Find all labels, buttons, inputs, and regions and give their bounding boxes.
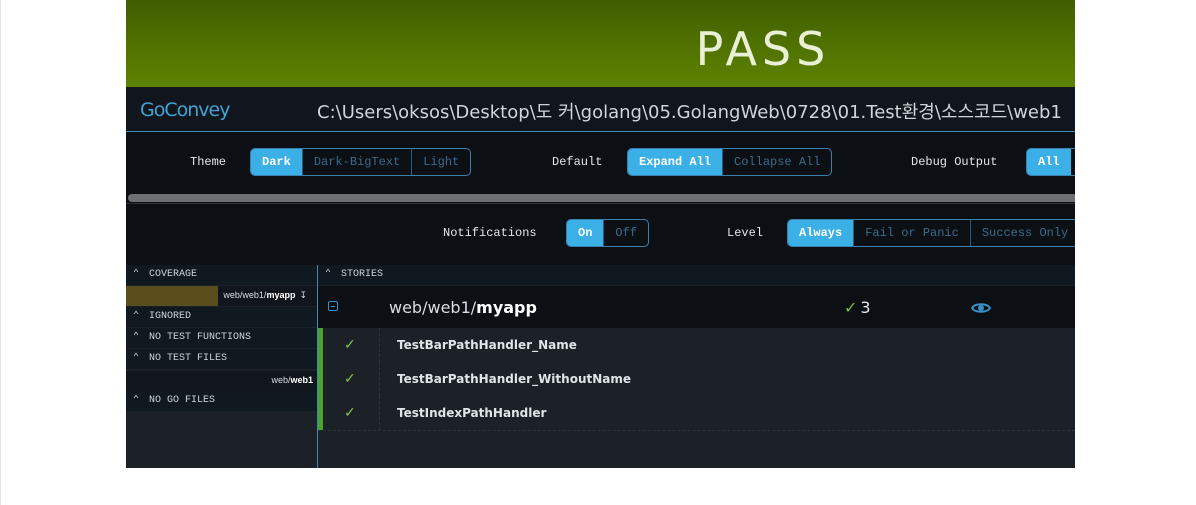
ignored-header[interactable]: ⌃ IGNORED: [126, 307, 317, 327]
default-toggle: Expand All Collapse All: [627, 148, 833, 176]
notifications-option-off[interactable]: Off: [603, 220, 648, 246]
no-test-files-prefix: web/: [271, 375, 291, 385]
no-test-files-name: web1: [290, 375, 313, 385]
package-row: web/web1/myapp ✓ 3: [318, 286, 1075, 328]
eye-icon[interactable]: [971, 302, 991, 314]
notifications-option-on[interactable]: On: [567, 220, 604, 246]
test-name: TestBarPathHandler_Name: [397, 338, 577, 352]
stories-panel: ⌃ STORIES web/web1/myapp ✓ 3 ✓ TestBarPat…: [318, 265, 1075, 468]
package-name: web/web1/myapp: [389, 298, 537, 317]
chevron-up-icon: ⌃: [132, 395, 140, 406]
test-row[interactable]: ✓ TestBarPathHandler_Name: [318, 328, 1075, 363]
coverage-header[interactable]: ⌃ COVERAGE: [126, 265, 317, 285]
notifications-toggle: On Off: [566, 219, 650, 247]
watched-path: C:\Users\oksos\Desktop\도 커\golang\05.Gol…: [317, 102, 1062, 123]
level-label: Level: [727, 226, 764, 240]
test-row[interactable]: ✓ TestIndexPathHandler: [318, 396, 1075, 431]
package-basename: myapp: [476, 298, 537, 317]
default-option-expand-all[interactable]: Expand All: [628, 149, 723, 175]
no-test-functions-header[interactable]: ⌃ NO TEST FUNCTIONS: [126, 328, 317, 348]
default-label: Default: [552, 155, 603, 169]
level-option-always[interactable]: Always: [788, 220, 854, 246]
check-icon: ✓: [844, 298, 858, 317]
test-row[interactable]: ✓ TestBarPathHandler_WithoutName: [318, 362, 1075, 397]
settings-scrollbar[interactable]: [126, 193, 1075, 203]
pass-indicator: [318, 362, 323, 396]
debug-option-all[interactable]: All: [1027, 149, 1071, 175]
no-test-files-header[interactable]: ⌃ NO TEST FILES: [126, 349, 317, 369]
check-icon: ✓: [344, 404, 356, 420]
debug-output-toggle: All: [1026, 148, 1075, 176]
chevron-up-icon: ⌃: [132, 353, 140, 364]
chevron-up-icon: ⌃: [132, 269, 140, 280]
theme-toggle: Dark Dark-BigText Light: [250, 148, 472, 176]
coverage-package-name: myapp: [266, 290, 296, 300]
pass-count-value: 3: [860, 298, 871, 317]
logo[interactable]: GoConvey: [140, 99, 230, 121]
notifications-label: Notifications: [443, 226, 537, 240]
download-arrow-icon[interactable]: ↧: [299, 290, 307, 300]
settings-row-1: Theme Dark Dark-BigText Light Default Ex…: [126, 132, 1075, 193]
no-go-files-title: NO GO FILES: [149, 395, 216, 406]
scrollbar-thumb[interactable]: [128, 194, 1075, 202]
row-divider: [379, 396, 381, 430]
pass-count: ✓ 3: [844, 298, 871, 317]
level-option-success-only[interactable]: Success Only: [969, 220, 1075, 246]
theme-option-light[interactable]: Light: [411, 149, 470, 175]
coverage-package: web/web1/myapp ↧: [223, 290, 307, 301]
no-test-functions-title: NO TEST FUNCTIONS: [149, 332, 252, 343]
package-prefix: web/web1/: [389, 298, 477, 317]
coverage-bar: [126, 286, 218, 306]
settings-row-2: Notifications On Off Level Always Fail o…: [126, 203, 1075, 265]
theme-option-dark[interactable]: Dark: [251, 149, 302, 175]
level-toggle: Always Fail or Panic Success Only: [787, 219, 1075, 247]
default-option-collapse-all[interactable]: Collapse All: [722, 149, 831, 175]
goconvey-app: PASS GoConvey C:\Users\oksos\Desktop\도 커…: [126, 0, 1075, 468]
pass-indicator: [318, 328, 323, 362]
check-icon: ✓: [344, 336, 356, 352]
theme-option-dark-bigtext[interactable]: Dark-BigText: [301, 149, 411, 175]
coverage-package-prefix: web/web1/: [223, 290, 267, 300]
no-test-files-item[interactable]: web/web1: [126, 371, 317, 391]
status-banner: PASS: [126, 0, 1075, 87]
ignored-title: IGNORED: [149, 311, 192, 322]
debug-output-label: Debug Output: [911, 155, 998, 169]
pass-indicator: [318, 396, 323, 430]
no-go-files-header[interactable]: ⌃ NO GO FILES: [126, 391, 317, 411]
sidebar: ⌃ COVERAGE web/web1/myapp ↧ ⌃ IGNORED ⌃ N…: [126, 265, 318, 468]
chevron-up-icon: ⌃: [324, 269, 332, 280]
row-divider: [379, 362, 381, 396]
test-name: TestIndexPathHandler: [397, 406, 547, 420]
test-name: TestBarPathHandler_WithoutName: [397, 372, 631, 386]
stories-header[interactable]: ⌃ STORIES: [318, 265, 1075, 285]
stories-title: STORIES: [341, 269, 384, 280]
no-test-files-package: web/web1: [271, 375, 313, 385]
coverage-item[interactable]: web/web1/myapp ↧: [126, 286, 317, 306]
row-divider: [379, 328, 381, 362]
coverage-title: COVERAGE: [149, 269, 198, 280]
title-bar: GoConvey C:\Users\oksos\Desktop\도 커\gola…: [126, 87, 1075, 132]
chevron-up-icon: ⌃: [132, 311, 140, 322]
status-text: PASS: [695, 22, 831, 76]
collapse-icon[interactable]: [328, 301, 338, 311]
check-icon: ✓: [344, 370, 356, 386]
chevron-up-icon: ⌃: [132, 332, 140, 343]
level-option-fail-or-panic[interactable]: Fail or Panic: [853, 220, 970, 246]
theme-label: Theme: [190, 155, 227, 169]
page-left-border: [0, 0, 1, 505]
no-test-files-title: NO TEST FILES: [149, 353, 228, 364]
